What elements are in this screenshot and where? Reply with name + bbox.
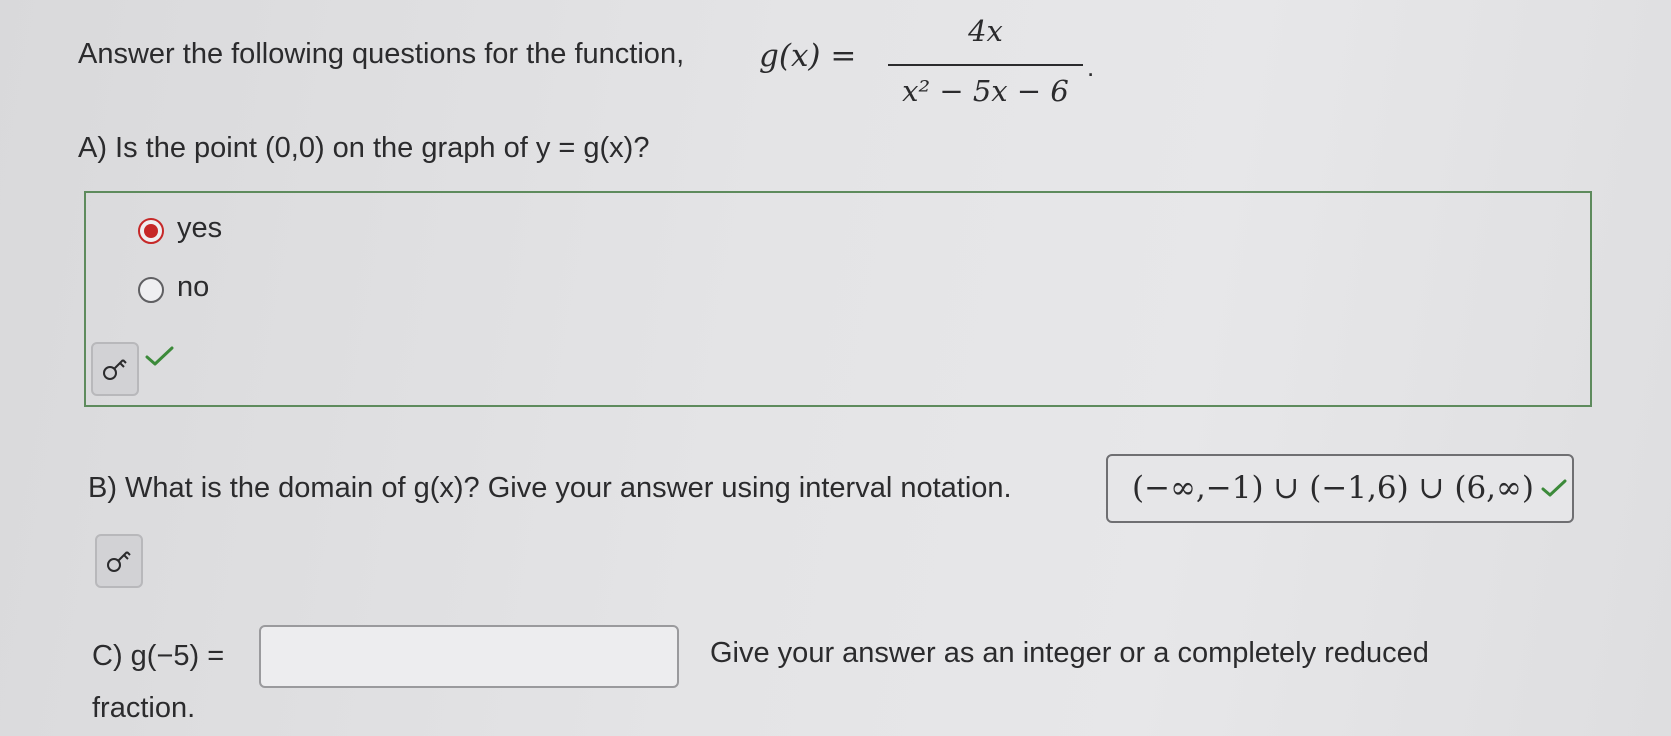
function-label: g(x) = [759,38,857,74]
radio-yes[interactable] [138,218,164,244]
header-period: . [1087,52,1095,82]
option-no-label[interactable]: no [177,271,209,304]
question-c-label: C) g(−5) = [92,640,225,672]
question-c-instruction-cont: fraction. [92,692,196,724]
intro-text: Answer the following questions for the f… [78,38,685,70]
check-icon [145,346,174,366]
answer-box-a [84,191,1592,407]
question-b: B) What is the domain of g(x)? Give your… [88,472,1012,504]
function-fraction: 4x x² − 5x − 6 [888,14,1083,110]
g-minus-5-input[interactable] [259,625,679,688]
check-icon [1541,479,1567,497]
radio-no[interactable] [138,277,164,303]
key-icon [107,551,131,572]
key-button-b[interactable] [95,534,143,588]
function-numerator: 4x [968,14,1003,48]
question-c-instruction: Give your answer as an integer or a comp… [710,637,1429,669]
option-yes-label[interactable]: yes [177,212,222,245]
key-icon [103,359,127,380]
fraction-bar [888,64,1083,66]
domain-answer-field[interactable]: (−∞,−1) ∪ (−1,6) ∪ (6,∞) [1106,454,1574,523]
question-a: A) Is the point (0,0) on the graph of y … [78,132,650,164]
domain-answer-value: (−∞,−1) ∪ (−1,6) ∪ (6,∞) [1132,470,1534,506]
function-denominator: x² − 5x − 6 [902,74,1069,108]
key-button-a[interactable] [91,342,139,396]
